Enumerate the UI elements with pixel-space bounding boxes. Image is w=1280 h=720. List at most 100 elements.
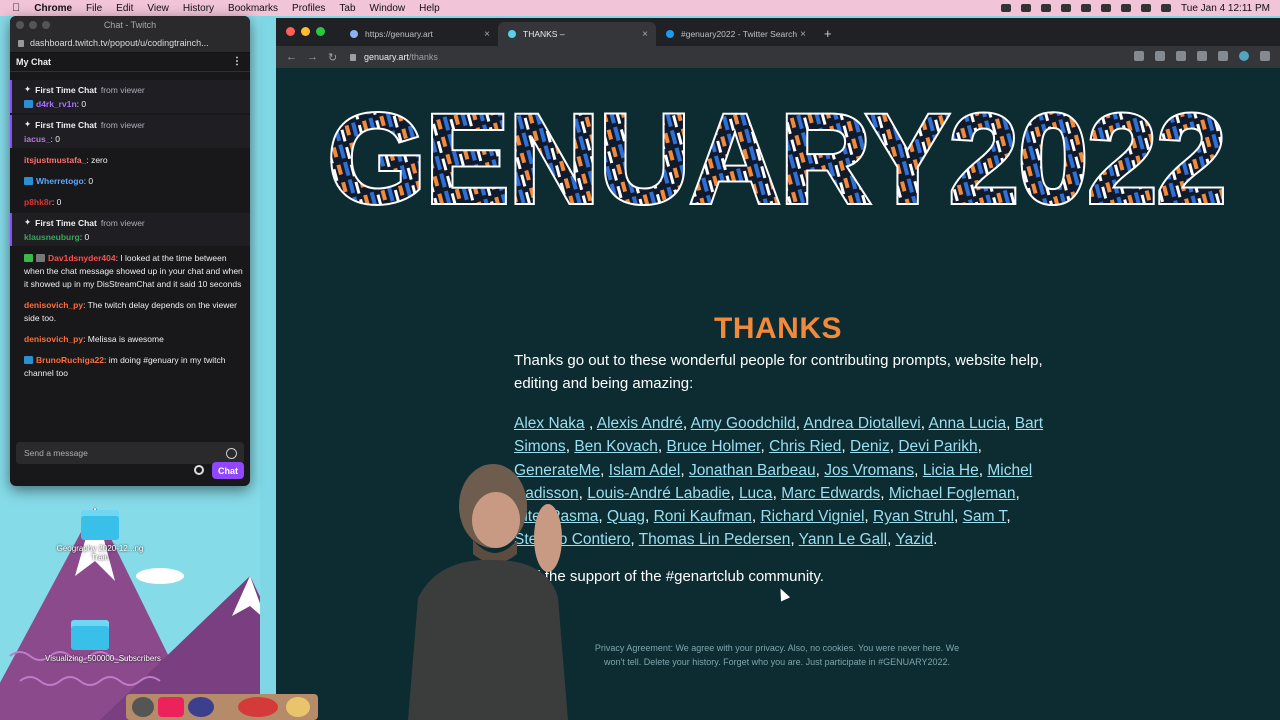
contributor-link[interactable]: Richard Vigniel [760,508,864,525]
tab-twitter-search[interactable]: #genuary2022 - Twitter Search × [656,22,814,46]
menu-view[interactable]: View [147,3,169,14]
contributor-link[interactable]: Bruce Holmer [667,438,761,455]
tab-close-icon[interactable]: × [800,29,806,40]
contributor-link[interactable]: Alex Naka [514,415,585,432]
chat-username[interactable]: itsjustmustafa_ [24,155,86,165]
chat-username[interactable]: d4rk_rv1n [36,99,77,109]
genuary-logo: GENUARY2022 [325,98,1229,218]
chat-username[interactable]: iacus_ [24,134,50,144]
address-bar[interactable]: genuary.art/thanks [350,49,1170,65]
contributor-link[interactable]: Marc Edwards [781,485,880,502]
contributor-link[interactable]: Chris Ried [769,438,841,455]
close-icon[interactable] [286,27,295,36]
contributor-link[interactable]: Thomas Lin Pedersen [639,531,791,548]
menu-tab[interactable]: Tab [339,3,355,14]
profile-avatar-icon[interactable] [1239,51,1249,61]
contributor-link[interactable]: Deniz [850,438,890,455]
tab-genuary[interactable]: https://genuary.art × [340,22,498,46]
contributor-link[interactable]: Roni Kaufman [654,508,752,525]
moon-icon[interactable] [1041,4,1052,12]
wifi-icon[interactable] [1101,4,1112,12]
menu-window[interactable]: Window [370,3,406,14]
contributor-link[interactable]: Andrea Diotallevi [804,415,921,432]
forward-icon[interactable]: → [307,51,318,63]
chat-input[interactable]: Send a message [16,442,244,464]
tab-title: THANKS – [523,29,565,39]
twitch-url: dashboard.twitch.tv/popout/u/codingtrain… [30,38,209,48]
minimize-icon[interactable] [301,27,310,36]
extension-icon[interactable] [1197,51,1207,61]
contributor-link[interactable]: Licia He [923,462,979,479]
zoom-icon[interactable] [316,27,325,36]
minimize-icon[interactable] [29,21,37,29]
menu-bookmarks[interactable]: Bookmarks [228,3,278,14]
contributor-link[interactable]: Yann Le Gall [799,531,887,548]
control-center-icon[interactable] [1161,4,1172,12]
extension-icon[interactable] [1176,51,1186,61]
bluetooth-icon[interactable] [1061,4,1072,12]
chat-send-button[interactable]: Chat [212,462,244,479]
contributor-link[interactable]: Jonathan Barbeau [689,462,816,479]
search-icon[interactable] [1141,4,1152,12]
menu-clock[interactable]: Tue Jan 4 12:11 PM [1181,3,1270,14]
twitch-titlebar[interactable]: Chat - Twitch [10,16,250,34]
chat-username[interactable]: klausneuburg [24,232,80,242]
chat-username[interactable]: BrunoRuchiga22 [36,355,104,365]
contributor-link[interactable]: Ben Kovach [574,438,658,455]
chat-username[interactable]: Wherretogo [36,176,84,186]
reload-icon[interactable]: ↻ [328,51,337,64]
chat-username[interactable]: denisovich_py [24,300,83,310]
chat-username[interactable]: p8hk8r [24,197,52,207]
status-icon[interactable] [1021,4,1032,12]
more-menu-icon[interactable] [1260,51,1270,61]
back-icon[interactable]: ← [286,51,297,63]
contributor-link[interactable]: Ryan Struhl [873,508,954,525]
menu-edit[interactable]: Edit [116,3,133,14]
contributor-link[interactable]: Anna Lucia [929,415,1007,432]
tab-thanks[interactable]: THANKS – × [498,22,656,46]
heart-icon [508,30,516,38]
chat-message-list[interactable]: ✦ First Time Chat from viewer d4rk_rv1n: 0… [10,80,250,440]
contributor-link[interactable]: Islam Adel [609,462,681,479]
menu-app-name[interactable]: Chrome [34,3,72,14]
user-icon[interactable] [1121,4,1132,12]
more-options-icon[interactable]: ⋮ [232,56,242,67]
tab-close-icon[interactable]: × [642,29,648,40]
bookmark-star-icon[interactable] [1155,51,1165,61]
menu-profiles[interactable]: Profiles [292,3,325,14]
contributor-link[interactable]: Jos Vromans [824,462,914,479]
verified-badge-icon [24,254,33,262]
browser-toolbar: ← → ↻ genuary.art/thanks [276,46,1280,68]
contributor-link[interactable]: Michael Fogleman [889,485,1016,502]
contributor-link[interactable]: Yazid [895,531,933,548]
contributor-link[interactable]: Amy Goodchild [691,415,796,432]
contributor-link[interactable]: Sam T [963,508,1007,525]
contributor-link[interactable]: Devi Parikh [898,438,977,455]
extensions-puzzle-icon[interactable] [1218,51,1228,61]
lock-icon[interactable] [350,53,356,61]
chat-username[interactable]: denisovich_py [24,334,83,344]
desktop-folder-icon[interactable]: Geography 2020-12...ng Train [55,510,145,562]
share-icon[interactable] [1134,51,1144,61]
contributor-link[interactable]: Alexis André [597,415,683,432]
chat-message: p8hk8r: 0 [24,197,62,207]
tab-close-icon[interactable]: × [484,29,490,40]
new-tab-icon[interactable]: + [824,26,832,41]
emote-picker-icon[interactable] [226,447,237,459]
chat-settings-gear-icon[interactable] [194,465,204,475]
zoom-icon[interactable] [42,21,50,29]
menu-help[interactable]: Help [419,3,440,14]
chat-username[interactable]: Dav1dsnyder404 [48,253,116,263]
menu-file[interactable]: File [86,3,102,14]
subscriber-badge-icon [24,177,33,185]
menu-history[interactable]: History [183,3,214,14]
contributor-link[interactable]: Luca [739,485,773,502]
url-path: /thanks [408,52,438,62]
battery-icon[interactable] [1081,4,1092,12]
close-icon[interactable] [16,21,24,29]
contributor-link[interactable]: Louis-André Labadie [587,485,730,502]
desktop-folder-icon[interactable]: Visualizing_500000_Subscribers [45,620,161,663]
status-icon[interactable] [1001,4,1012,12]
contributor-link[interactable]: Quag [607,508,645,525]
apple-menu-icon[interactable]:  [12,2,20,14]
